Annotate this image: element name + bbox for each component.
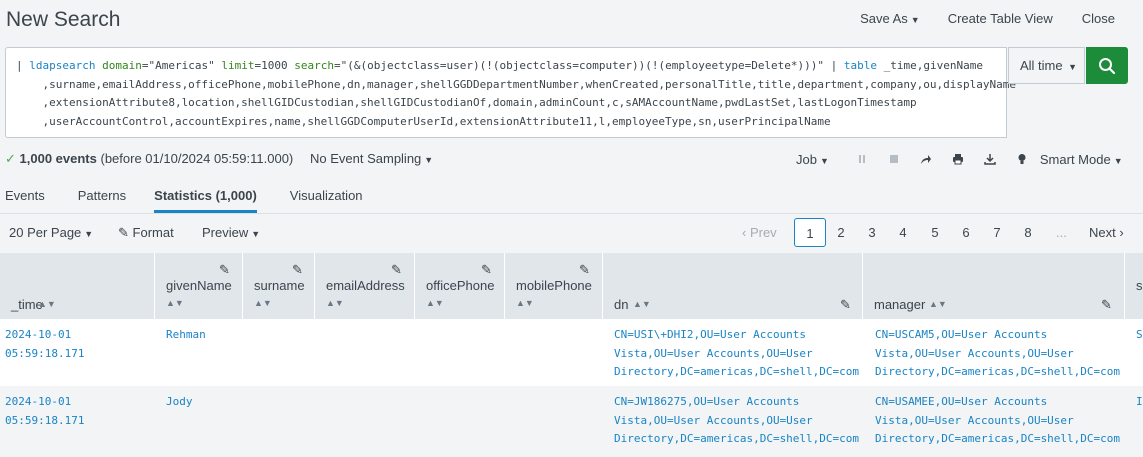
search-button[interactable] — [1086, 47, 1128, 84]
print-icon[interactable] — [942, 153, 974, 165]
page-8-button[interactable]: 8 — [1022, 218, 1034, 247]
page-6-button[interactable]: 6 — [960, 218, 972, 247]
sort-icon[interactable]: ▲▼ — [426, 298, 444, 308]
pencil-icon[interactable]: ✎ — [1101, 297, 1112, 313]
cell-s[interactable]: I — [1136, 393, 1143, 412]
search-query-line-4: ,userAccountControl,accountExpires,name,… — [16, 114, 831, 128]
cell-givenname[interactable]: Jody — [166, 393, 193, 412]
event-sampling-dropdown[interactable]: No Event Sampling ▼ — [310, 151, 433, 166]
column-header-givenname[interactable]: ✎ givenName ▲▼ — [155, 253, 243, 319]
cell-dn[interactable]: CN=USI\+DHI2,OU=User Accounts Vista,OU=U… — [614, 326, 859, 382]
sort-icon[interactable]: ▲▼ — [326, 298, 344, 308]
close-button[interactable]: Close — [1082, 11, 1115, 26]
caret-down-icon: ▼ — [910, 15, 920, 25]
job-status-bar: ✓ 1,000 events (before 01/10/2024 05:59:… — [0, 148, 1143, 170]
pagination-ellipsis: ... — [1056, 225, 1067, 240]
bulb-icon — [1006, 153, 1038, 165]
page-3-button[interactable]: 3 — [866, 218, 878, 247]
table-row: 2024-10-01 05:59:18.171 Rehman CN=USI\+D… — [0, 319, 1143, 386]
prev-page-button[interactable]: ‹ Prev — [742, 225, 777, 240]
pencil-icon[interactable]: ✎ — [219, 262, 230, 278]
pencil-icon[interactable]: ✎ — [481, 262, 492, 278]
check-icon: ✓ — [5, 151, 16, 166]
share-icon[interactable] — [910, 154, 942, 165]
results-tabs: Events Patterns Statistics (1,000) Visua… — [0, 180, 391, 213]
column-header-surname[interactable]: ✎ surname ▲▼ — [243, 253, 315, 319]
search-query-line-2: ,surname,emailAddress,officePhone,mobile… — [16, 77, 1017, 91]
column-header-officephone[interactable]: ✎ officePhone ▲▼ — [415, 253, 505, 319]
cell-s[interactable]: S — [1136, 326, 1143, 345]
page-5-button[interactable]: 5 — [929, 218, 941, 247]
pencil-icon[interactable]: ✎ — [391, 262, 402, 278]
export-icon[interactable] — [974, 153, 1006, 165]
pause-icon[interactable] — [846, 154, 878, 164]
cell-time[interactable]: 2024-10-01 05:59:18.171 — [5, 393, 84, 430]
table-header: _time ▲▼ ✎ givenName ▲▼ ✎ surname ▲▼ ✎ e… — [0, 253, 1143, 319]
pencil-icon[interactable]: ✎ — [292, 262, 303, 278]
cell-manager[interactable]: CN=USCAM5,OU=User Accounts Vista,OU=User… — [875, 326, 1120, 382]
event-count: ✓ 1,000 events (before 01/10/2024 05:59:… — [5, 151, 294, 166]
caret-down-icon: ▼ — [424, 155, 434, 165]
preview-dropdown[interactable]: Preview ▼ — [202, 225, 260, 240]
per-page-dropdown[interactable]: 20 Per Page ▼ — [9, 225, 93, 240]
column-header-s[interactable]: s — [1125, 253, 1143, 319]
search-mode-dropdown[interactable]: Smart Mode ▼ — [1040, 152, 1123, 167]
pencil-icon: ✎ — [118, 225, 129, 240]
stop-icon[interactable] — [878, 154, 910, 164]
time-range-picker[interactable]: All time ▼ — [1008, 47, 1085, 84]
page-header: New Search Save As ▼ Create Table View Cl… — [0, 0, 1143, 44]
sort-icon[interactable]: ▲▼ — [929, 299, 947, 309]
column-header-time[interactable]: _time ▲▼ — [0, 253, 155, 319]
chevron-right-icon: › — [1115, 225, 1124, 240]
chevron-left-icon: ‹ — [742, 225, 750, 240]
save-as-button[interactable]: Save As ▼ — [860, 11, 920, 26]
job-controls: Job ▼ Smart Mode ▼ — [796, 148, 1123, 170]
sort-icon[interactable]: ▲▼ — [166, 298, 184, 308]
search-query-line-3: ,extensionAttribute8,location,shellGIDCu… — [16, 96, 917, 109]
page-1-button[interactable]: 1 — [794, 218, 826, 247]
sort-icon[interactable]: ▲▼ — [516, 298, 534, 308]
tab-events[interactable]: Events — [5, 180, 45, 213]
cell-manager[interactable]: CN=USAMEE,OU=User Accounts Vista,OU=User… — [875, 393, 1120, 449]
cell-dn[interactable]: CN=JW186275,OU=User Accounts Vista,OU=Us… — [614, 393, 859, 449]
search-icon — [1099, 57, 1116, 74]
caret-down-icon: ▼ — [1065, 62, 1078, 72]
pencil-icon[interactable]: ✎ — [840, 297, 851, 313]
caret-down-icon: ▼ — [819, 155, 829, 166]
page-4-button[interactable]: 4 — [897, 218, 909, 247]
tab-visualization[interactable]: Visualization — [290, 180, 363, 213]
tab-patterns[interactable]: Patterns — [78, 180, 126, 213]
caret-down-icon: ▼ — [251, 229, 261, 239]
sort-icon[interactable]: ▲▼ — [254, 298, 272, 308]
column-header-mobilephone[interactable]: ✎ mobilePhone ▲▼ — [505, 253, 603, 319]
table-row: 2024-10-01 05:59:18.171 Jody CN=JW186275… — [0, 386, 1143, 457]
header-actions: Save As ▼ Create Table View Close — [860, 11, 1143, 26]
job-menu[interactable]: Job ▼ — [796, 152, 829, 167]
sort-icon[interactable]: ▲▼ — [633, 299, 651, 309]
next-page-button[interactable]: Next › — [1089, 225, 1124, 240]
tab-statistics[interactable]: Statistics (1,000) — [154, 180, 257, 213]
caret-down-icon: ▼ — [1113, 155, 1123, 166]
caret-down-icon: ▼ — [84, 229, 94, 239]
search-query-line-1: | ldapsearch domain="Americas" limit=100… — [16, 59, 983, 72]
pencil-icon[interactable]: ✎ — [579, 262, 590, 278]
create-table-view-button[interactable]: Create Table View — [948, 11, 1053, 26]
cell-time[interactable]: 2024-10-01 05:59:18.171 — [5, 326, 84, 363]
table-toolbar: 20 Per Page ▼ ✎ Format Preview ▼ ‹ Prev 1 … — [0, 213, 1143, 253]
search-input[interactable]: | ldapsearch domain="Americas" limit=100… — [5, 47, 1017, 138]
column-header-emailaddress[interactable]: ✎ emailAddress ▲▼ — [315, 253, 415, 319]
format-button[interactable]: ✎ Format — [118, 225, 174, 241]
page-2-button[interactable]: 2 — [835, 218, 847, 247]
cell-givenname[interactable]: Rehman — [166, 326, 206, 345]
sort-icon[interactable]: ▲▼ — [38, 299, 56, 309]
page-7-button[interactable]: 7 — [991, 218, 1003, 247]
column-header-dn[interactable]: dn ▲▼ ✎ — [603, 253, 863, 319]
page-title: New Search — [6, 8, 121, 31]
column-header-manager[interactable]: manager ▲▼ ✎ — [863, 253, 1125, 319]
